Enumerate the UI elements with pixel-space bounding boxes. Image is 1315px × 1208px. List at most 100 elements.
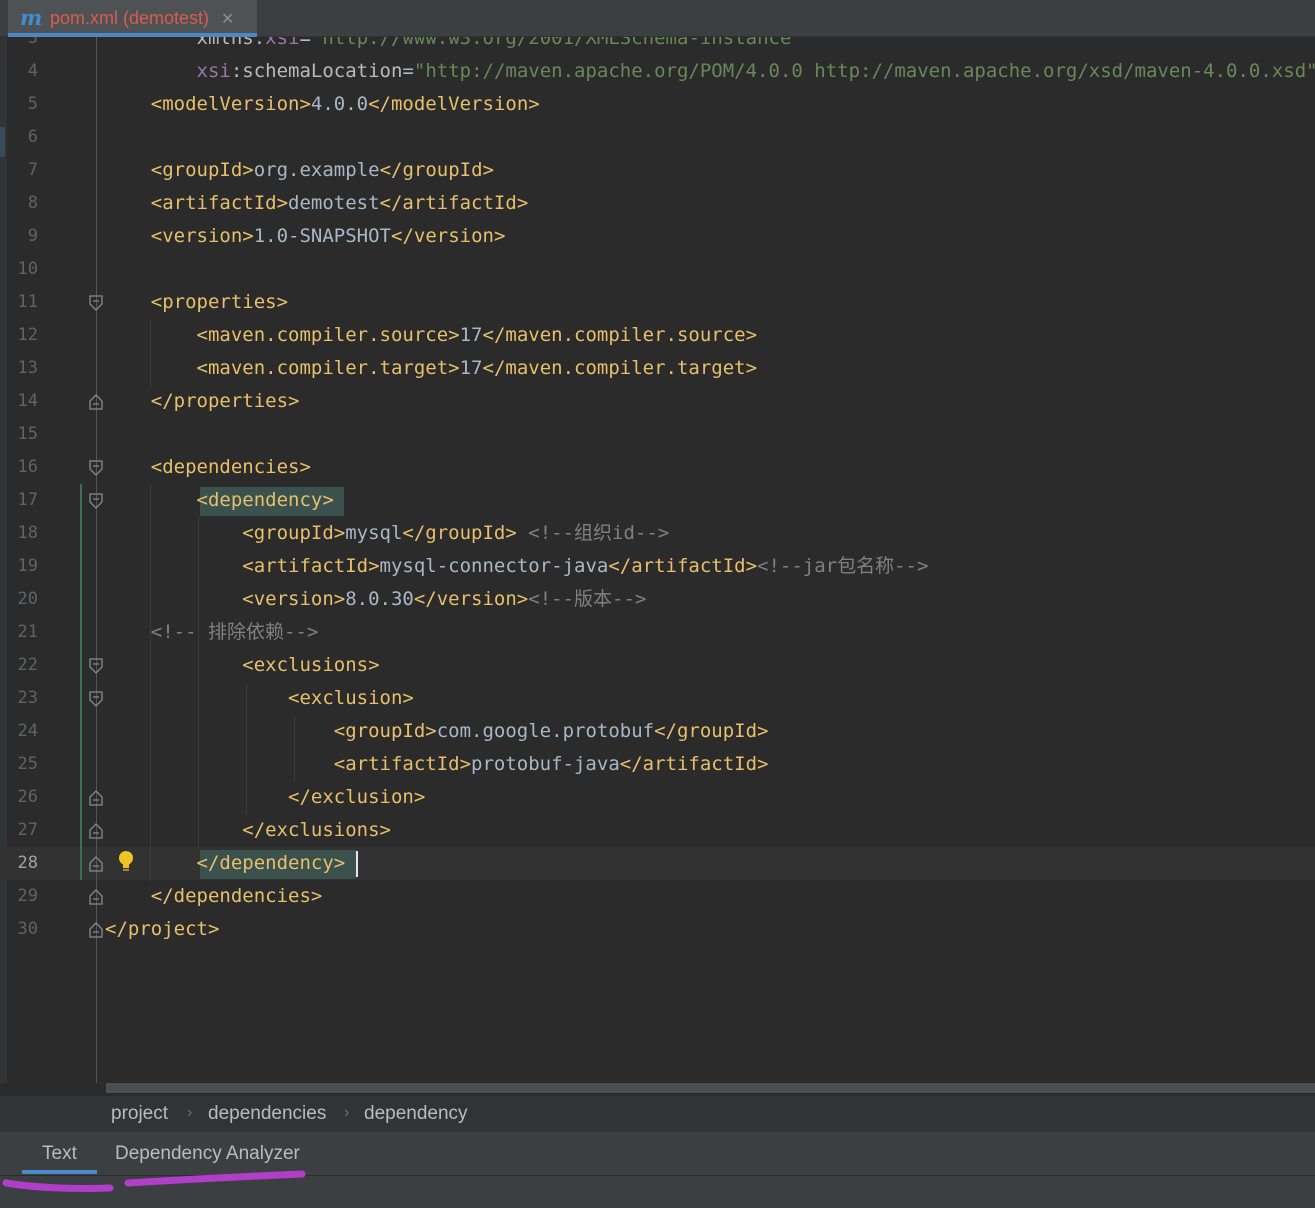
fold-end-icon[interactable] (89, 889, 103, 905)
line-number: 23 (17, 688, 38, 708)
code-text: <maven.compiler.target>17</maven.compile… (105, 352, 758, 385)
line-number: 22 (17, 655, 38, 675)
code-token: </maven.compiler.target> (482, 357, 758, 379)
tab-dependency-analyzer[interactable]: Dependency Analyzer (115, 1143, 300, 1165)
code-token: 8.0.30 (345, 588, 414, 610)
code-line[interactable]: 10 (0, 253, 1315, 286)
code-line[interactable]: 13 <maven.compiler.target>17</maven.comp… (0, 352, 1315, 385)
code-text: </dependencies> (105, 880, 323, 913)
line-number: 27 (17, 820, 38, 840)
code-line[interactable]: 3 xmlns:xsi="http://www.w3.org/2001/XMLS… (0, 37, 1315, 55)
code-line[interactable]: 28 </dependency> (0, 847, 1315, 880)
code-text: </dependency> (105, 847, 346, 880)
code-editor[interactable]: 3 xmlns:xsi="http://www.w3.org/2001/XMLS… (0, 37, 1315, 1083)
fold-end-icon[interactable] (89, 823, 103, 839)
code-line[interactable]: 9 <version>1.0-SNAPSHOT</version> (0, 220, 1315, 253)
code-line[interactable]: 27 </exclusions> (0, 814, 1315, 847)
fold-collapse-icon[interactable] (89, 295, 103, 311)
code-line[interactable]: 29 </dependencies> (0, 880, 1315, 913)
tab-title: pom.xml (demotest) (50, 7, 210, 28)
code-token: xsi (105, 60, 231, 82)
fold-end-icon[interactable] (89, 922, 103, 938)
code-token: </artifactId> (619, 753, 769, 775)
code-line[interactable]: 4 xsi:schemaLocation="http://maven.apach… (0, 55, 1315, 88)
code-token: xmlns (105, 37, 254, 49)
code-line[interactable]: 14 </properties> (0, 385, 1315, 418)
code-text: </exclusions> (105, 814, 391, 847)
code-line[interactable]: 17 <dependency> (0, 484, 1315, 517)
line-number: 25 (17, 754, 38, 774)
code-token: <artifactId> (105, 192, 289, 214)
code-line[interactable]: 6 (0, 121, 1315, 154)
code-line[interactable]: 24 <groupId>com.google.protobuf</groupId… (0, 715, 1315, 748)
fold-collapse-icon[interactable] (89, 691, 103, 707)
code-line[interactable]: 26 </exclusion> (0, 781, 1315, 814)
code-token: <maven.compiler.target> (105, 357, 460, 379)
line-number: 29 (17, 886, 38, 906)
line-number: 26 (17, 787, 38, 807)
code-token: <!--版本--> (528, 588, 647, 610)
code-token: <groupId> (105, 720, 437, 742)
code-line[interactable]: 11 <properties> (0, 286, 1315, 319)
code-token: <modelVersion> (105, 93, 311, 115)
code-token: <dependencies> (105, 456, 311, 478)
code-line[interactable]: 25 <artifactId>protobuf-java</artifactId… (0, 748, 1315, 781)
code-token: </properties> (105, 390, 300, 412)
code-line[interactable]: 12 <maven.compiler.source>17</maven.comp… (0, 319, 1315, 352)
line-number: 5 (27, 94, 38, 114)
line-number: 7 (27, 160, 38, 180)
tab-text[interactable]: Text (42, 1143, 77, 1165)
code-line[interactable]: 19 <artifactId>mysql-connector-java</art… (0, 550, 1315, 583)
line-number: 18 (17, 523, 38, 543)
text-caret (356, 851, 358, 877)
breadcrumb-item-dependency[interactable]: dependency (364, 1103, 468, 1125)
breadcrumb: project › dependencies › dependency (0, 1096, 1315, 1132)
code-text: <groupId>mysql</groupId> <!--组织id--> (105, 517, 669, 550)
code-text: <artifactId>mysql-connector-java</artifa… (105, 550, 928, 583)
code-line[interactable]: 18 <groupId>mysql</groupId> <!--组织id--> (0, 517, 1315, 550)
line-number: 15 (17, 424, 38, 444)
fold-end-icon[interactable] (89, 394, 103, 410)
code-text: <version>8.0.30</version><!--版本--> (105, 583, 646, 616)
code-line[interactable]: 7 <groupId>org.example</groupId> (0, 154, 1315, 187)
code-line[interactable]: 5 <modelVersion>4.0.0</modelVersion> (0, 88, 1315, 121)
code-text: </exclusion> (105, 781, 425, 814)
line-number: 3 (27, 37, 38, 48)
code-text: <dependency> (105, 484, 334, 517)
line-number: 4 (27, 61, 38, 81)
code-line[interactable]: 20 <version>8.0.30</version><!--版本--> (0, 583, 1315, 616)
horizontal-scrollbar[interactable] (106, 1083, 1315, 1093)
code-text: <dependencies> (105, 451, 311, 484)
code-token: </dependencies> (105, 885, 323, 907)
code-line[interactable]: 30 </project> (0, 913, 1315, 946)
code-text: <exclusions> (105, 649, 379, 682)
code-line[interactable]: 16 <dependencies> (0, 451, 1315, 484)
annotation-underline (2, 1170, 306, 1192)
code-token: com.google.protobuf (436, 720, 655, 742)
code-line[interactable]: 15 (0, 418, 1315, 451)
fold-collapse-icon[interactable] (89, 493, 103, 509)
code-token: = (299, 37, 311, 49)
line-number: 28 (17, 853, 38, 873)
code-line[interactable]: 23 <exclusion> (0, 682, 1315, 715)
code-line[interactable]: 8 <artifactId>demotest</artifactId> (0, 187, 1315, 220)
breadcrumb-item-project[interactable]: project (111, 1103, 168, 1125)
code-line[interactable]: 22 <exclusions> (0, 649, 1315, 682)
fold-collapse-icon[interactable] (89, 658, 103, 674)
code-text: </properties> (105, 385, 300, 418)
lightbulb-intention-icon[interactable] (116, 849, 136, 875)
close-icon[interactable]: ✕ (221, 9, 234, 28)
fold-end-icon[interactable] (89, 790, 103, 806)
code-text: <artifactId>demotest</artifactId> (105, 187, 529, 220)
code-line[interactable]: 21 <!-- 排除依赖--> (0, 616, 1315, 649)
code-text: </project> (105, 913, 219, 946)
maven-file-icon: m (20, 5, 43, 30)
tab-pom-xml[interactable]: m pom.xml (demotest) ✕ (8, 0, 257, 36)
code-token: mysql-connector-java (379, 555, 609, 577)
breadcrumb-item-dependencies[interactable]: dependencies (208, 1103, 326, 1125)
code-token: <version> (105, 225, 254, 247)
fold-collapse-icon[interactable] (89, 460, 103, 476)
fold-end-icon[interactable] (89, 856, 103, 872)
code-token: 1.0-SNAPSHOT (253, 225, 391, 247)
code-token: protobuf-java (471, 753, 620, 775)
